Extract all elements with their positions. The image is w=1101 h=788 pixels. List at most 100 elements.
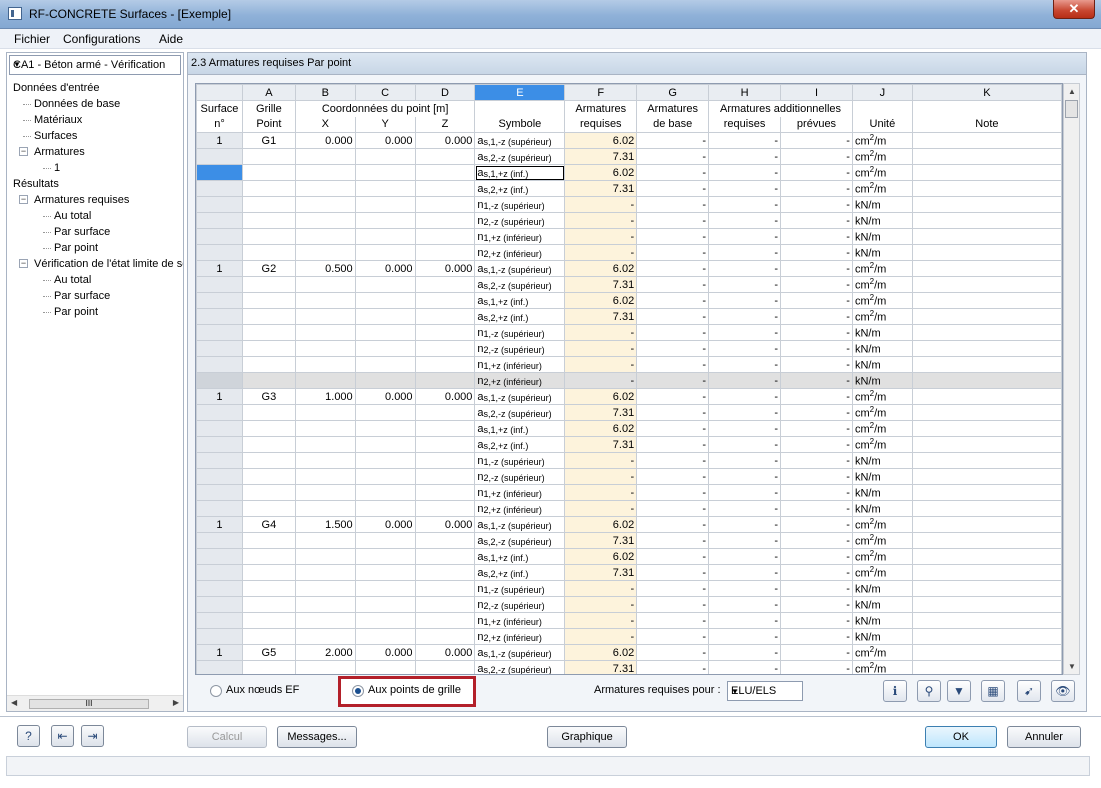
cell-symbole[interactable]: as,1,-z (supérieur) — [474, 132, 566, 149]
cell-add-prevues[interactable]: - — [780, 612, 853, 629]
cell-add-prevues[interactable]: - — [780, 308, 853, 325]
filter-button[interactable]: ⚲ — [917, 680, 941, 702]
cell-symbole[interactable]: n2,-z (supérieur) — [474, 340, 566, 357]
cell-armatures-requises[interactable]: 6.02 — [564, 260, 638, 277]
table-row[interactable]: n2,-z (supérieur) - - - - kN/m — [196, 212, 1062, 229]
cell-z[interactable]: 0.000 — [414, 388, 476, 405]
cell-add-prevues[interactable]: - — [780, 292, 853, 309]
cell-add-prevues[interactable]: - — [780, 516, 853, 533]
cell-armatures-de-base[interactable]: - — [636, 660, 710, 674]
radio-grid-points[interactable] — [352, 685, 364, 697]
col-letter-c[interactable]: C — [354, 84, 416, 101]
cell-point[interactable] — [241, 596, 296, 613]
cell-armatures-requises[interactable]: 6.02 — [564, 164, 638, 181]
collapse-icon[interactable]: − — [19, 195, 28, 204]
cell-armatures-de-base[interactable]: - — [636, 596, 710, 613]
cell-point[interactable] — [241, 484, 296, 501]
cell-y[interactable]: 0.000 — [354, 516, 416, 533]
cell-add-requises[interactable]: - — [708, 212, 782, 229]
row-header[interactable] — [196, 452, 243, 469]
cell-z[interactable] — [414, 404, 476, 421]
cell-y[interactable] — [354, 244, 416, 261]
cell-note[interactable] — [911, 388, 1062, 405]
cell-y[interactable]: 0.000 — [354, 132, 416, 149]
case-select[interactable]: CA1 - Béton armé - Vérification ▼ — [9, 55, 181, 75]
cell-armatures-requises[interactable]: - — [564, 452, 638, 469]
cell-y[interactable] — [354, 356, 416, 373]
cell-point[interactable] — [241, 228, 296, 245]
cell-point[interactable] — [241, 148, 296, 165]
cell-symbole[interactable]: as,2,-z (supérieur) — [474, 148, 566, 165]
cell-armatures-requises[interactable]: - — [564, 500, 638, 517]
cell-armatures-requises[interactable]: 7.31 — [564, 148, 638, 165]
cell-add-requises[interactable]: - — [708, 564, 782, 581]
row-header[interactable]: 1 — [196, 388, 243, 405]
cell-z[interactable] — [414, 308, 476, 325]
tree-item[interactable]: Par surface — [54, 289, 110, 303]
cell-armatures-requises[interactable]: 6.02 — [564, 548, 638, 565]
cell-note[interactable] — [911, 356, 1062, 373]
cell-armatures-requises[interactable]: - — [564, 596, 638, 613]
cell-x[interactable] — [294, 452, 356, 469]
radio-fe-nodes[interactable] — [210, 685, 222, 697]
cell-z[interactable] — [414, 180, 476, 197]
cell-y[interactable] — [354, 276, 416, 293]
cell-add-prevues[interactable]: - — [780, 372, 853, 389]
cell-unite[interactable]: kN/m — [851, 596, 913, 613]
cell-unite[interactable]: cm2/m — [851, 164, 913, 181]
table-row[interactable]: n2,-z (supérieur) - - - - kN/m — [196, 468, 1062, 485]
cell-note[interactable] — [911, 308, 1062, 325]
cell-add-requises[interactable]: - — [708, 436, 782, 453]
cell-z[interactable] — [414, 356, 476, 373]
cell-armatures-de-base[interactable]: - — [636, 564, 710, 581]
cell-z[interactable] — [414, 148, 476, 165]
cell-armatures-de-base[interactable]: - — [636, 388, 710, 405]
cell-symbole[interactable]: as,1,-z (supérieur) — [474, 260, 566, 277]
cell-note[interactable] — [911, 404, 1062, 421]
cell-x[interactable] — [294, 420, 356, 437]
cell-note[interactable] — [911, 228, 1062, 245]
cell-note[interactable] — [911, 484, 1062, 501]
cell-add-requises[interactable]: - — [708, 196, 782, 213]
cell-x[interactable] — [294, 580, 356, 597]
radio-grid-points-label[interactable]: Aux points de grille — [368, 684, 461, 696]
graphique-button[interactable]: Graphique — [547, 726, 627, 748]
row-header[interactable] — [196, 468, 243, 485]
cell-z[interactable] — [414, 164, 476, 181]
col-letter-h[interactable]: H — [708, 84, 782, 101]
cell-y[interactable] — [354, 484, 416, 501]
cell-add-requises[interactable]: - — [708, 340, 782, 357]
cell-armatures-de-base[interactable]: - — [636, 292, 710, 309]
cell-add-prevues[interactable]: - — [780, 628, 853, 645]
cell-armatures-de-base[interactable]: - — [636, 340, 710, 357]
cell-point[interactable] — [241, 436, 296, 453]
cell-x[interactable] — [294, 628, 356, 645]
cell-x[interactable]: 0.000 — [294, 132, 356, 149]
cell-unite[interactable]: kN/m — [851, 580, 913, 597]
cell-symbole[interactable]: as,1,+z (inf.) — [474, 548, 566, 565]
cell-x[interactable] — [294, 500, 356, 517]
cell-point[interactable] — [241, 548, 296, 565]
col-letter-f[interactable]: F — [564, 84, 638, 101]
cell-z[interactable] — [414, 660, 476, 674]
cell-add-requises[interactable]: - — [708, 244, 782, 261]
cell-add-prevues[interactable]: - — [780, 404, 853, 421]
cell-x[interactable] — [294, 532, 356, 549]
cell-add-requises[interactable]: - — [708, 532, 782, 549]
cell-symbole[interactable]: n2,-z (supérieur) — [474, 596, 566, 613]
calcul-button[interactable]: Calcul — [187, 726, 267, 748]
row-header[interactable] — [196, 660, 243, 674]
collapse-icon[interactable]: − — [19, 259, 28, 268]
cell-z[interactable]: 0.000 — [414, 132, 476, 149]
cell-point[interactable] — [241, 468, 296, 485]
cell-add-requises[interactable]: - — [708, 452, 782, 469]
messages-button[interactable]: Messages... — [277, 726, 357, 748]
cell-point[interactable]: G2 — [241, 260, 296, 277]
cell-add-requises[interactable]: - — [708, 500, 782, 517]
cell-y[interactable] — [354, 404, 416, 421]
row-header[interactable] — [196, 292, 243, 309]
cell-unite[interactable]: cm2/m — [851, 180, 913, 197]
cell-armatures-de-base[interactable]: - — [636, 180, 710, 197]
cell-unite[interactable]: cm2/m — [851, 260, 913, 277]
cell-z[interactable]: 0.000 — [414, 260, 476, 277]
